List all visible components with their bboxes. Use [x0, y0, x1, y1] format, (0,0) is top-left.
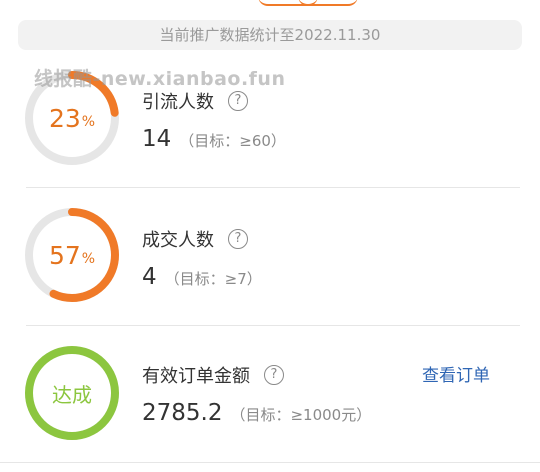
metric-title-order-amount: 有效订单金额 ? — [142, 362, 284, 388]
help-icon[interactable]: ? — [228, 229, 248, 249]
progress-ring-deals: 57% — [24, 207, 120, 303]
header-arc-right — [298, 0, 358, 6]
ring-percent-value: 57 — [48, 240, 81, 270]
metric-value-number: 14 — [142, 126, 172, 152]
help-icon[interactable]: ? — [264, 365, 284, 385]
metric-value-order-amount: 2785.2 （目标：≥1000元） — [142, 400, 371, 426]
metric-title-deals: 成交人数 ? — [142, 226, 248, 252]
help-icon[interactable]: ? — [228, 91, 248, 111]
ring-status-label: 达成 — [52, 382, 92, 407]
metric-target: （目标：≥7） — [164, 270, 262, 288]
metric-title-label: 成交人数 — [142, 230, 214, 251]
watermark-text: 线报酷-new.xianbao.fun — [34, 68, 286, 90]
ring-percent-value: 23 — [48, 103, 81, 133]
divider — [26, 187, 520, 188]
metric-value-deals: 4 （目标：≥7） — [142, 264, 262, 290]
metric-target: （目标：≥1000元） — [230, 406, 372, 424]
metric-value-number: 2785.2 — [142, 400, 223, 426]
ring-percent-sign: % — [81, 114, 96, 130]
metric-title-traffic: 引流人数 ? — [142, 88, 248, 114]
progress-ring-order-amount: 达成 — [24, 345, 120, 441]
top-header-remnant — [0, 0, 540, 6]
metric-value-number: 4 — [142, 264, 157, 290]
bottom-divider — [0, 462, 540, 463]
metric-title-label: 引流人数 — [142, 92, 214, 113]
stats-date-banner: 当前推广数据统计至2022.11.30 — [18, 20, 522, 50]
metric-title-label: 有效订单金额 — [142, 366, 250, 387]
view-orders-link[interactable]: 查看订单 — [422, 361, 490, 386]
ring-percent-sign: % — [81, 251, 96, 267]
divider — [26, 325, 520, 326]
metric-target: （目标：≥60） — [179, 132, 286, 150]
metric-value-traffic: 14 （目标：≥60） — [142, 126, 286, 152]
